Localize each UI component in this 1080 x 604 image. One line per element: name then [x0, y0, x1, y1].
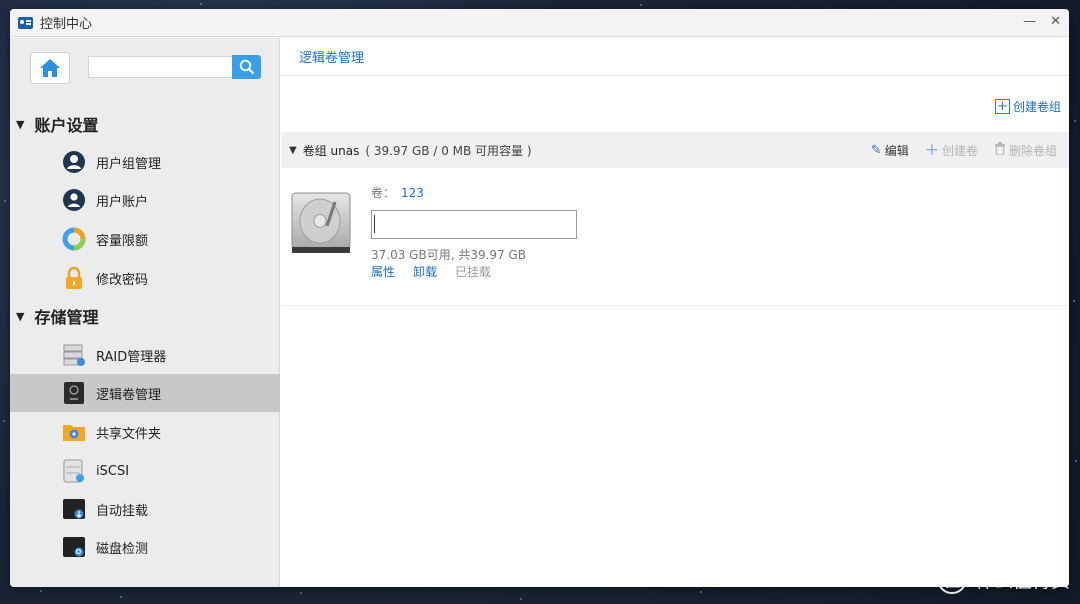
- create-volume-button[interactable]: + 创建卷: [925, 140, 978, 160]
- volume-group-title: 卷组 unas: [302, 143, 360, 158]
- create-volume-group-button[interactable]: + 创建卷组: [994, 98, 1061, 115]
- edit-button[interactable]: ✎ 编辑: [871, 142, 909, 159]
- plus-icon: +: [994, 99, 1010, 114]
- volume-group-capacity: ( 39.97 GB / 0 MB 可用容量 ): [365, 143, 532, 158]
- lock-icon: [62, 266, 86, 290]
- user-group-icon: [62, 150, 86, 174]
- volume-usage: 37.03 GB可用, 共39.97 GB: [371, 248, 527, 262]
- text-cursor: [374, 215, 375, 233]
- breadcrumb[interactable]: 逻辑卷管理: [299, 47, 364, 66]
- sidebar-item-iscsi[interactable]: iSCSI: [10, 452, 280, 490]
- title-bar[interactable]: 控制中心 — ✕: [10, 9, 1069, 37]
- mount-status: 已挂载: [455, 265, 492, 279]
- collapse-triangle-icon[interactable]: ▼: [289, 145, 297, 156]
- volume-name: 123: [401, 186, 424, 200]
- sidebar-item-user-groups[interactable]: 用户组管理: [10, 143, 280, 181]
- search-input[interactable]: [88, 56, 232, 78]
- section-account-settings[interactable]: ▼ 账户设置: [16, 112, 98, 136]
- disk-check-icon: [62, 535, 86, 559]
- sidebar-item-shared-folder[interactable]: 共享文件夹: [10, 413, 280, 451]
- pencil-icon: ✎: [870, 142, 882, 158]
- sidebar-item-logical-volume[interactable]: 逻辑卷管理: [10, 374, 280, 412]
- search-icon: [239, 59, 254, 75]
- volume-group-header[interactable]: ▼ 卷组 unas ( 39.97 GB / 0 MB 可用容量 ) ✎ 编辑 …: [281, 132, 1069, 168]
- shared-folder-icon: [62, 420, 86, 444]
- lvm-icon: [62, 381, 86, 405]
- control-center-window: 控制中心 — ✕ ▼ 账户设置 用户组管理 用户账户 容量限额 修改密码 ▼ 存…: [10, 9, 1069, 587]
- control-center-icon: [18, 16, 33, 29]
- sidebar-item-disk-check[interactable]: 磁盘检测: [10, 528, 280, 566]
- sidebar-item-change-password[interactable]: 修改密码: [10, 259, 280, 297]
- trash-icon: [994, 141, 1006, 159]
- collapse-triangle-icon: ▼: [16, 117, 25, 131]
- user-account-icon: [62, 188, 86, 212]
- sidebar-item-raid-manager[interactable]: RAID管理器: [10, 336, 280, 374]
- automount-icon: [62, 497, 86, 521]
- volume-name-input[interactable]: [371, 210, 577, 239]
- main-panel: 逻辑卷管理 + 创建卷组 ▼ 卷组 unas ( 39.97 GB / 0 MB…: [281, 38, 1069, 587]
- window-title: 控制中心: [40, 17, 93, 32]
- minimize-button[interactable]: —: [1023, 14, 1036, 30]
- delete-volume-group-button[interactable]: 删除卷组: [994, 141, 1057, 159]
- search-button[interactable]: [232, 55, 261, 79]
- volume-row: 卷： 123 37.03 GB可用, 共39.97 GB 属性 卸载 已挂载: [281, 168, 1069, 306]
- section-storage-management[interactable]: ▼ 存储管理: [16, 304, 98, 328]
- watermark-text: 什么值得买: [974, 569, 1070, 592]
- properties-link[interactable]: 属性: [371, 263, 395, 280]
- plus-icon: +: [924, 140, 939, 160]
- quota-icon: [62, 227, 86, 251]
- raid-icon: [62, 343, 86, 367]
- home-icon: [40, 59, 60, 77]
- volume-label: 卷： 123: [371, 186, 424, 200]
- sidebar: ▼ 账户设置 用户组管理 用户账户 容量限额 修改密码 ▼ 存储管理 RAID管…: [10, 38, 280, 587]
- watermark-logo: 值: [936, 564, 967, 594]
- sidebar-item-quota[interactable]: 容量限额: [10, 220, 280, 258]
- sidebar-item-automount[interactable]: 自动挂载: [10, 490, 280, 528]
- unmount-link[interactable]: 卸载: [413, 263, 437, 280]
- home-button[interactable]: [30, 52, 70, 84]
- hard-disk-icon: [291, 192, 351, 253]
- close-button[interactable]: ✕: [1050, 14, 1061, 30]
- collapse-triangle-icon: ▼: [16, 309, 25, 323]
- watermark: 值 什么值得买: [936, 564, 1070, 594]
- iscsi-icon: [62, 459, 86, 483]
- sidebar-item-user-accounts[interactable]: 用户账户: [10, 181, 280, 219]
